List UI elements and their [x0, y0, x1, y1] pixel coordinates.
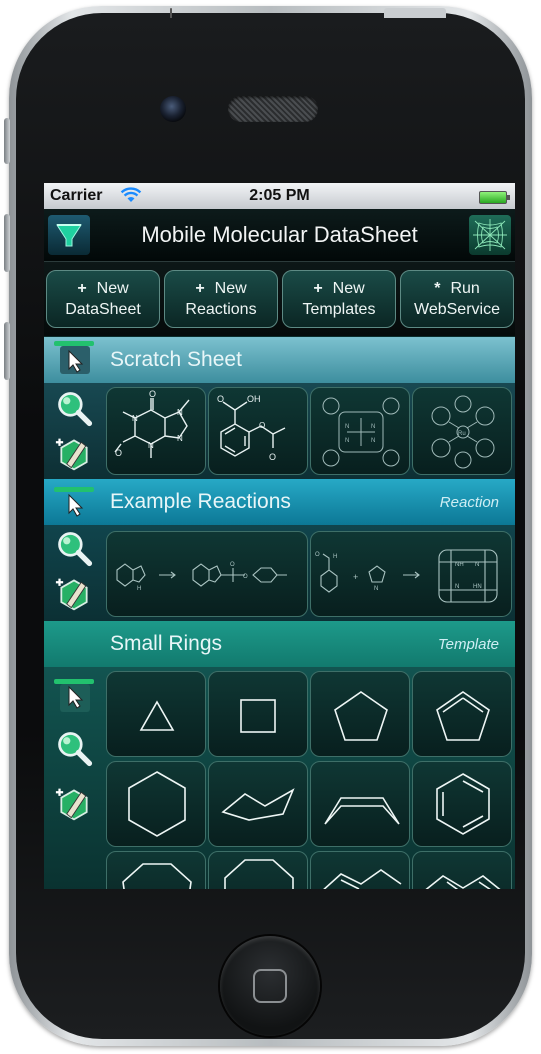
arrow-cursor-icon[interactable]: [52, 485, 96, 523]
molecule-cell-caffeine[interactable]: O N O N N N: [106, 387, 206, 475]
svg-text:H: H: [333, 554, 337, 560]
svg-text:O: O: [259, 421, 265, 430]
svg-text:H: H: [137, 586, 141, 592]
svg-text:O: O: [269, 452, 276, 462]
ring-cell-cyclohexane[interactable]: [106, 761, 206, 847]
svg-text:HN: HN: [473, 584, 482, 590]
button-label: New: [332, 280, 365, 297]
svg-text:N: N: [177, 408, 183, 417]
svg-text:O: O: [243, 574, 248, 580]
mute-switch: [4, 118, 10, 164]
reaction-cell-sulfonylation[interactable]: H O O: [106, 531, 308, 617]
svg-text:N: N: [148, 441, 154, 450]
earpiece-speaker: [228, 96, 318, 122]
spiderweb-icon[interactable]: [469, 215, 511, 255]
svg-text:N: N: [371, 424, 375, 430]
small-rings-section: Small Rings Template: [44, 621, 515, 889]
svg-text:+: +: [353, 572, 358, 582]
new-reactions-button[interactable]: + New Reactions: [164, 270, 278, 328]
button-label: Run: [450, 280, 480, 297]
svg-text:O: O: [149, 389, 156, 399]
section-type-tag: Reaction: [439, 494, 499, 511]
section-title: Example Reactions: [110, 490, 291, 513]
volume-down-button: [4, 322, 10, 380]
arrow-cursor-icon[interactable]: [52, 677, 96, 715]
asterisk-icon: *: [434, 280, 441, 297]
example-reactions-section: Example Reactions Reaction H O O O H + N…: [44, 479, 515, 621]
front-camera: [160, 96, 186, 122]
svg-text:OH: OH: [247, 394, 261, 404]
ring-cell-naphthalene[interactable]: [412, 851, 512, 889]
ring-cell-chair[interactable]: [208, 761, 308, 847]
svg-text:N: N: [374, 586, 378, 592]
pencil-edit-icon[interactable]: [52, 575, 96, 613]
button-label: DataSheet: [65, 301, 141, 318]
section-header[interactable]: Example Reactions Reaction: [44, 479, 515, 525]
new-datasheet-button[interactable]: + New DataSheet: [46, 270, 160, 328]
volume-up-button: [4, 214, 10, 272]
reaction-cell-porphyrin-synthesis[interactable]: O H + N NH N N HN: [310, 531, 512, 617]
app-screen: Carrier 2:05 PM Mobile Molecular DataShe…: [44, 183, 515, 889]
ring-cell-cyclopentadiene[interactable]: [412, 671, 512, 757]
sleep-button: [384, 8, 446, 18]
magnifier-icon[interactable]: [52, 529, 96, 567]
run-webservice-button[interactable]: * Run WebService: [400, 270, 514, 328]
scratch-sheet-section: Scratch Sheet O N O N N N O OH O O N N N…: [44, 337, 515, 479]
home-square-icon: [253, 969, 287, 1003]
svg-text:O: O: [217, 394, 224, 404]
plus-icon: +: [313, 280, 323, 297]
magnifier-icon[interactable]: [52, 389, 96, 427]
ring-cell-boat[interactable]: [310, 761, 410, 847]
svg-text:N: N: [132, 414, 138, 423]
ring-cell-cycloheptane[interactable]: [106, 851, 206, 889]
section-header[interactable]: Scratch Sheet: [44, 337, 515, 383]
button-label: New: [96, 280, 129, 297]
ring-cell-indene[interactable]: [310, 851, 410, 889]
arrow-cursor-icon[interactable]: [52, 339, 96, 377]
ring-cell-cyclobutane[interactable]: [208, 671, 308, 757]
ring-cell-cyclopropane[interactable]: [106, 671, 206, 757]
svg-text:N: N: [455, 584, 459, 590]
battery-icon: [479, 191, 510, 204]
ring-cell-cyclooctane[interactable]: [208, 851, 308, 889]
button-label: New: [214, 280, 247, 297]
svg-text:N: N: [345, 424, 349, 430]
action-toolbar: + New DataSheet + New Reactions + New Templ…: [44, 262, 515, 336]
svg-text:N: N: [177, 434, 183, 443]
ring-cell-cyclopentane[interactable]: [310, 671, 410, 757]
svg-text:O: O: [315, 552, 320, 558]
molecule-cell-porphyrin[interactable]: N N N N: [310, 387, 410, 475]
svg-text:N: N: [371, 438, 375, 444]
nav-bar: Mobile Molecular DataSheet: [44, 209, 515, 262]
svg-text:N: N: [475, 562, 479, 568]
magnifier-icon[interactable]: [52, 729, 96, 767]
molecule-cell-aspirin[interactable]: O OH O O: [208, 387, 308, 475]
svg-text:NH: NH: [455, 562, 464, 568]
svg-text:O: O: [230, 562, 235, 568]
clock: 2:05 PM: [249, 187, 310, 204]
status-bar: Carrier 2:05 PM: [44, 183, 515, 209]
ring-cell-benzene[interactable]: [412, 761, 512, 847]
section-title: Small Rings: [110, 632, 223, 655]
svg-text:O: O: [115, 448, 122, 458]
home-button[interactable]: [220, 936, 320, 1036]
app-title: Mobile Molecular DataSheet: [141, 222, 418, 247]
plus-icon: +: [195, 280, 205, 297]
new-templates-button[interactable]: + New Templates: [282, 270, 396, 328]
button-label: Reactions: [185, 301, 257, 318]
button-label: Templates: [302, 301, 376, 318]
svg-text:N: N: [345, 438, 349, 444]
molecule-cell-ru-complex[interactable]: Ru: [412, 387, 512, 475]
section-header[interactable]: Small Rings Template: [44, 621, 515, 667]
section-title: Scratch Sheet: [110, 348, 242, 371]
plus-icon: +: [77, 280, 87, 297]
pencil-edit-icon[interactable]: [52, 435, 96, 473]
button-label: WebService: [414, 301, 500, 318]
section-type-tag: Template: [437, 636, 499, 653]
svg-text:Ru: Ru: [458, 431, 466, 437]
pencil-edit-icon[interactable]: [52, 785, 96, 823]
top-edge-mark: [170, 8, 172, 18]
